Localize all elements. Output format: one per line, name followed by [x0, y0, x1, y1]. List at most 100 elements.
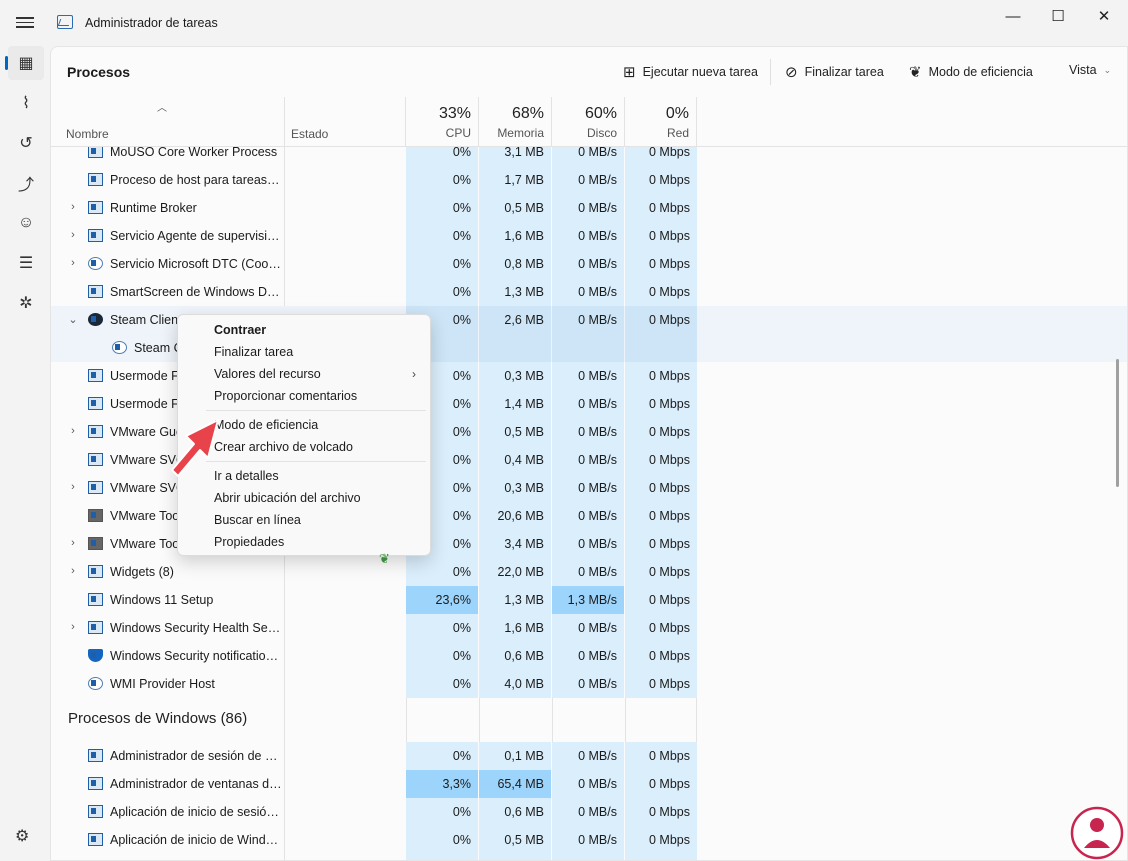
- table-row[interactable]: Windows 11 Setup 23,6% 1,3 MB 1,3 MB/s 0 Mbp…: [51, 586, 1127, 614]
- table-row[interactable]: MoUSO Core Worker Process 0% 3,1 MB 0 MB/s 0…: [51, 147, 1127, 166]
- table-row[interactable]: Windows Security notification... 0% 0,6 MB…: [51, 642, 1127, 670]
- disk-cell: 0 MB/s: [552, 166, 624, 194]
- nav-history-icon[interactable]: ↺: [8, 126, 44, 160]
- menu-item-search-online[interactable]: Buscar en línea: [214, 513, 301, 527]
- chevron-right-icon[interactable]: ›: [67, 257, 79, 269]
- memory-cell: 2,5 MB: [479, 854, 551, 860]
- menu-item-go-to-details[interactable]: Ir a detalles: [214, 469, 279, 483]
- view-dropdown[interactable]: Vista ⌄: [1069, 63, 1111, 77]
- chevron-right-icon[interactable]: ›: [67, 537, 79, 549]
- column-memory[interactable]: 68% Memoria: [478, 97, 551, 146]
- task-manager-app-icon: [57, 15, 73, 29]
- chevron-right-icon[interactable]: ›: [67, 621, 79, 633]
- disk-cell: 0 MB/s: [552, 418, 624, 446]
- table-row[interactable]: Administrador de sesión de W... 0% 0,1 MB 0…: [51, 742, 1127, 770]
- process-icon: [88, 621, 103, 634]
- column-name[interactable]: Nombre: [66, 127, 109, 141]
- network-cell: [625, 334, 697, 362]
- menu-item-open-file-location[interactable]: Abrir ubicación del archivo: [214, 491, 361, 505]
- table-row[interactable]: WMI Provider Host 0% 4,0 MB 0 MB/s 0 Mbps: [51, 670, 1127, 698]
- chevron-down-icon[interactable]: ⌄: [67, 313, 79, 326]
- menu-item-end-task[interactable]: Finalizar tarea: [214, 345, 293, 359]
- process-icon: [88, 285, 103, 298]
- vertical-scrollbar[interactable]: [1116, 359, 1119, 487]
- column-state[interactable]: Estado: [291, 127, 328, 141]
- empty-cell: [479, 698, 551, 742]
- process-name: MoUSO Core Worker Process: [110, 147, 278, 159]
- efficiency-mode-button[interactable]: ❦ Modo de eficiencia: [909, 63, 1033, 81]
- column-network[interactable]: 0% Red: [624, 97, 697, 146]
- chevron-right-icon[interactable]: ›: [67, 201, 79, 213]
- table-row[interactable]: SmartScreen de Windows Def... 0% 1,3 MB 0 M…: [51, 278, 1127, 306]
- network-cell: 0 Mbps: [625, 166, 697, 194]
- cpu-cell: 0%: [406, 670, 478, 698]
- view-label: Vista: [1069, 63, 1097, 77]
- disk-cell: 0 MB/s: [552, 614, 624, 642]
- process-name: Aplicación de inicio de sesión ...: [110, 805, 282, 819]
- network-cell: 0 Mbps: [625, 614, 697, 642]
- network-cell: 0 Mbps: [625, 798, 697, 826]
- table-row[interactable]: Aplicación de servicios y contr...0%2,5 …: [51, 854, 1127, 860]
- disk-cell: 0 MB/s: [552, 854, 624, 860]
- cpu-cell: 0%: [406, 642, 478, 670]
- network-cell: 0 Mbps: [625, 222, 697, 250]
- sort-caret-icon[interactable]: ︿: [157, 99, 167, 114]
- table-row[interactable]: › Runtime Broker 0% 0,5 MB 0 MB/s 0 Mbps: [51, 194, 1127, 222]
- column-cpu[interactable]: 33% CPU: [405, 97, 478, 146]
- run-new-task-button[interactable]: ⊞ Ejecutar nueva tarea: [623, 63, 758, 81]
- process-name: Servicio Microsoft DTC (Coord...: [110, 257, 282, 271]
- end-task-button[interactable]: ⊘ Finalizar tarea: [785, 63, 884, 81]
- network-cell: 0 Mbps: [625, 670, 697, 698]
- process-icon: [88, 453, 103, 466]
- table-row[interactable]: Aplicación de inicio de Windo... 0% 0,5 MB…: [51, 826, 1127, 854]
- close-button[interactable]: ✕: [1081, 0, 1127, 32]
- table-row[interactable]: › Windows Security Health Servi... 0% 1,6 M…: [51, 614, 1127, 642]
- nav-performance-icon[interactable]: ⌇: [8, 86, 44, 120]
- disk-label: Disco: [586, 126, 617, 140]
- memory-cell: 3,1 MB: [479, 147, 551, 166]
- run-new-task-label: Ejecutar nueva tarea: [642, 65, 758, 79]
- minimize-button[interactable]: —: [990, 0, 1036, 32]
- maximize-button[interactable]: ☐: [1035, 0, 1081, 32]
- chevron-right-icon[interactable]: ›: [67, 565, 79, 577]
- nav-processes-icon[interactable]: ▦: [5, 46, 44, 80]
- menu-item-create-dump[interactable]: Crear archivo de volcado: [214, 440, 353, 454]
- chevron-right-icon[interactable]: ›: [67, 229, 79, 241]
- nav-startup-icon[interactable]: ⤴: [8, 166, 44, 200]
- table-row[interactable]: › Widgets (8) 0% 22,0 MB 0 MB/s 0 Mbps: [51, 558, 1127, 586]
- column-disk[interactable]: 60% Disco: [551, 97, 624, 146]
- efficiency-mode-label: Modo de eficiencia: [928, 65, 1033, 79]
- process-name: Servicio Agente de supervisió...: [110, 229, 282, 243]
- memory-cell: 0,8 MB: [479, 250, 551, 278]
- column-header: ︿ Nombre Estado 33% CPU 68% Memoria 60% …: [51, 97, 1127, 147]
- end-task-label: Finalizar tarea: [804, 65, 884, 79]
- cpu-cell: 0%: [406, 222, 478, 250]
- nav-users-icon[interactable]: ☺: [8, 206, 44, 240]
- table-row[interactable]: › Servicio Microsoft DTC (Coord... 0% 0,8 M…: [51, 250, 1127, 278]
- chevron-right-icon[interactable]: ›: [67, 425, 79, 437]
- chevron-right-icon[interactable]: ›: [67, 481, 79, 493]
- cpu-cell: 0%: [406, 854, 478, 860]
- network-cell: 0 Mbps: [625, 390, 697, 418]
- table-row[interactable]: Aplicación de inicio de sesión ... 0% 0,6 …: [51, 798, 1127, 826]
- disk-cell: 0 MB/s: [552, 670, 624, 698]
- table-row[interactable]: Proceso de host para tareas de... 0% 1,7 M…: [51, 166, 1127, 194]
- nav-details-icon[interactable]: ☰: [8, 246, 44, 280]
- network-cell: 0 Mbps: [625, 278, 697, 306]
- menu-item-feedback[interactable]: Proporcionar comentarios: [214, 389, 357, 403]
- menu-item-collapse[interactable]: Contraer: [214, 323, 266, 337]
- table-row[interactable]: Administrador de ventanas de... 3,3% 65,4 …: [51, 770, 1127, 798]
- menu-item-properties[interactable]: Propiedades: [214, 535, 284, 549]
- menu-item-efficiency-mode[interactable]: Modo de eficiencia: [214, 418, 318, 432]
- table-row[interactable]: › Servicio Agente de supervisió... 0% 1,6 M…: [51, 222, 1127, 250]
- disk-cell: 0 MB/s: [552, 306, 624, 334]
- hamburger-menu-icon[interactable]: [16, 14, 34, 30]
- nav-services-icon[interactable]: ✲: [8, 286, 44, 320]
- settings-gear-icon[interactable]: ⚙: [15, 826, 29, 846]
- process-icon: [88, 677, 103, 690]
- menu-item-resource-values[interactable]: Valores del recurso: [214, 367, 321, 381]
- disk-cell: 0 MB/s: [552, 474, 624, 502]
- cpu-cell: 0%: [406, 166, 478, 194]
- network-cell: 0 Mbps: [625, 742, 697, 770]
- leaf-icon: ❦: [909, 64, 922, 81]
